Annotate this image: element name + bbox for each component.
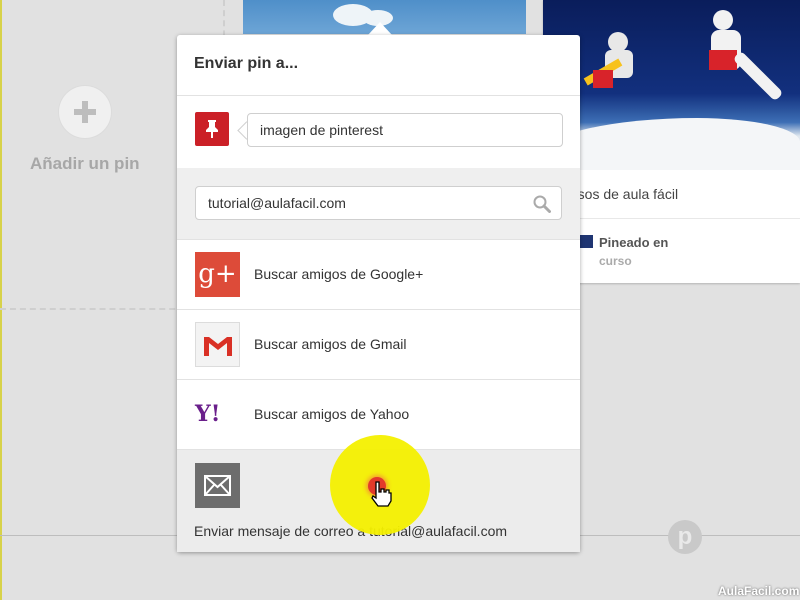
- watermark: AulaFacil.com: [718, 584, 800, 598]
- message-input[interactable]: imagen de pinterest: [247, 113, 563, 147]
- pinned-in-label: Pineado en: [599, 235, 669, 250]
- snowboard-photo[interactable]: [543, 0, 800, 170]
- yahoo-icon: Y!: [195, 401, 221, 427]
- board-thumbnail[interactable]: [580, 235, 593, 248]
- google-plus-option[interactable]: g+ Buscar amigos de Google+: [177, 239, 580, 309]
- hand-cursor-icon: [371, 481, 392, 507]
- board-link[interactable]: curso: [599, 254, 632, 268]
- gmail-icon: [195, 322, 240, 367]
- dialog-title: Enviar pin a...: [194, 55, 299, 72]
- divider: [177, 95, 580, 96]
- search-row: tutorial@aulafacil.com: [177, 168, 580, 239]
- search-icon[interactable]: [533, 195, 551, 213]
- plus-icon[interactable]: [59, 86, 111, 138]
- pin-description: rsos de aula fácil: [573, 186, 679, 202]
- recipient-search-input[interactable]: tutorial@aulafacil.com: [195, 186, 562, 220]
- popup-caret: [368, 22, 392, 35]
- envelope-icon: [195, 463, 240, 508]
- pushpin-icon: [195, 112, 229, 146]
- option-label: Buscar amigos de Gmail: [254, 336, 407, 352]
- search-value: tutorial@aulafacil.com: [208, 195, 346, 211]
- google-plus-icon: g+: [195, 252, 240, 297]
- pinterest-logo-icon[interactable]: p: [668, 520, 702, 554]
- card-divider: [543, 218, 800, 219]
- gmail-option[interactable]: Buscar amigos de Gmail: [177, 309, 580, 379]
- add-pin-label: Añadir un pin: [30, 154, 140, 173]
- pin-card-snowboard[interactable]: rsos de aula fácil Pineado en curso: [543, 0, 800, 283]
- option-label: Buscar amigos de Yahoo: [254, 406, 410, 422]
- option-label: Buscar amigos de Google+: [254, 266, 424, 282]
